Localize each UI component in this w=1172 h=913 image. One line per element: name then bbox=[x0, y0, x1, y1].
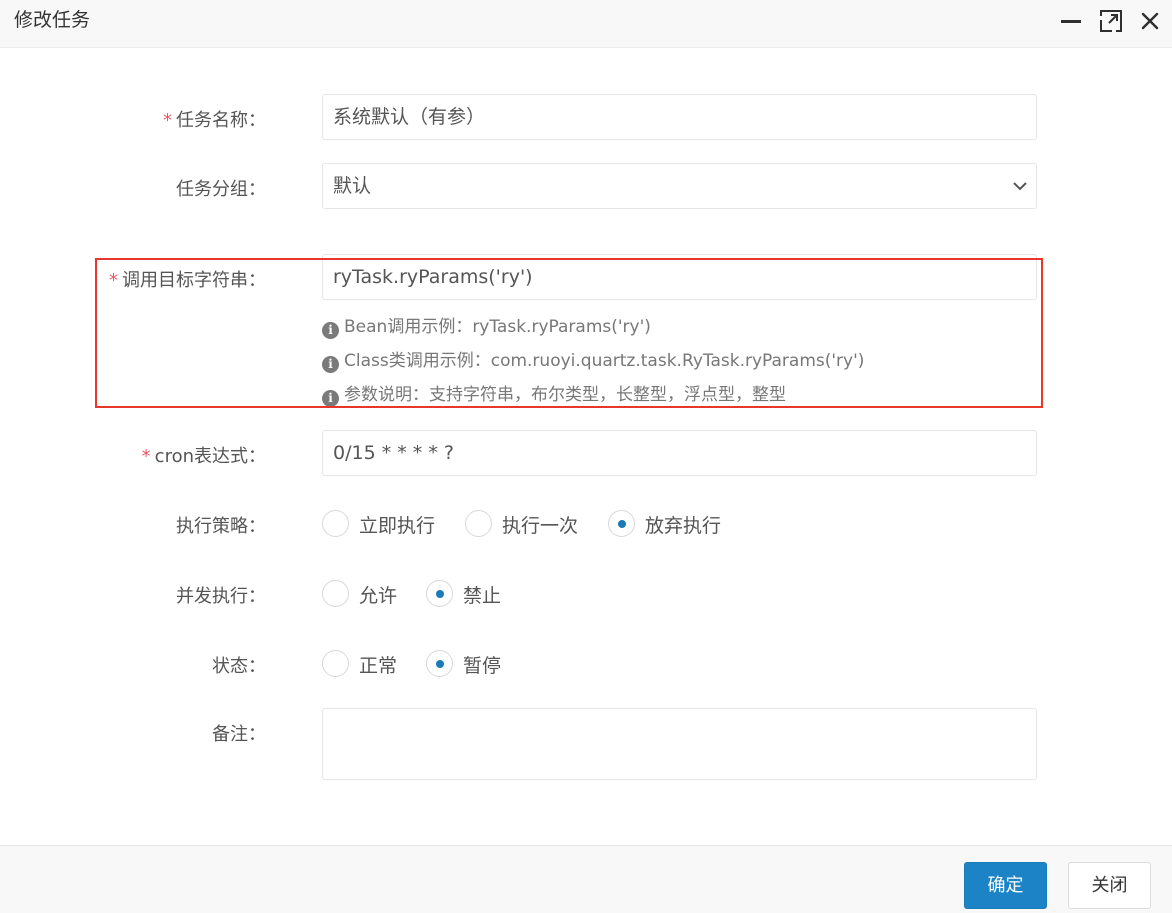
close-icon-graphic bbox=[1141, 12, 1159, 30]
job-name-input[interactable]: 系统默认（有参） bbox=[322, 94, 1037, 140]
close-icon[interactable] bbox=[1137, 8, 1163, 34]
job-name-label: * 任务名称： bbox=[163, 110, 266, 131]
job-group-selected: 默认 bbox=[333, 175, 372, 197]
remark-textarea[interactable] bbox=[322, 708, 1037, 780]
job-group-select[interactable]: 默认 bbox=[322, 163, 1037, 209]
hint-class-example: i Class类调用示例：com.ruoyi.quartz.task.RyTask… bbox=[322, 346, 864, 373]
required-mark: * bbox=[141, 446, 151, 467]
maximize-icon-graphic bbox=[1100, 10, 1122, 32]
radio-button[interactable] bbox=[426, 580, 453, 607]
remark-label: 备注： bbox=[212, 724, 266, 745]
required-mark: * bbox=[109, 270, 118, 291]
chevron-down-icon bbox=[1013, 182, 1027, 191]
dialog-footer: 确定 关闭 bbox=[0, 845, 1172, 913]
radio-button[interactable] bbox=[322, 510, 349, 537]
radio-button[interactable] bbox=[465, 510, 492, 537]
status-label: 状态： bbox=[212, 656, 266, 677]
required-mark: * bbox=[163, 110, 172, 131]
info-circle-icon: i bbox=[322, 322, 339, 339]
hint-param-description: i 参数说明：支持字符串，布尔类型，长整型，浮点型，整型 bbox=[322, 380, 786, 407]
cron-label: * cron表达式： bbox=[141, 446, 266, 467]
info-circle-icon: i bbox=[322, 390, 339, 407]
radio-button[interactable] bbox=[426, 650, 453, 677]
radio-button[interactable] bbox=[608, 510, 635, 537]
info-circle-icon: i bbox=[322, 356, 339, 373]
job-group-label: 任务分组： bbox=[176, 179, 266, 200]
close-button[interactable]: 关闭 bbox=[1068, 862, 1151, 909]
confirm-button[interactable]: 确定 bbox=[964, 862, 1047, 909]
cron-input[interactable]: 0/15 * * * * ? bbox=[322, 430, 1037, 476]
maximize-icon[interactable] bbox=[1098, 8, 1124, 34]
invoke-target-input[interactable]: ryTask.ryParams('ry') bbox=[322, 254, 1037, 300]
hint-bean-example: i Bean调用示例：ryTask.ryParams('ry') bbox=[322, 312, 651, 339]
radio-button[interactable] bbox=[322, 580, 349, 607]
concurrent-label: 并发执行： bbox=[176, 586, 266, 607]
radio-button[interactable] bbox=[322, 650, 349, 677]
invoke-target-label: * 调用目标字符串： bbox=[109, 270, 266, 291]
minimize-icon[interactable] bbox=[1058, 8, 1084, 34]
dialog-titlebar: 修改任务 bbox=[0, 0, 1172, 48]
misfire-policy-label: 执行策略： bbox=[176, 516, 266, 537]
dialog-title: 修改任务 bbox=[14, 9, 91, 31]
